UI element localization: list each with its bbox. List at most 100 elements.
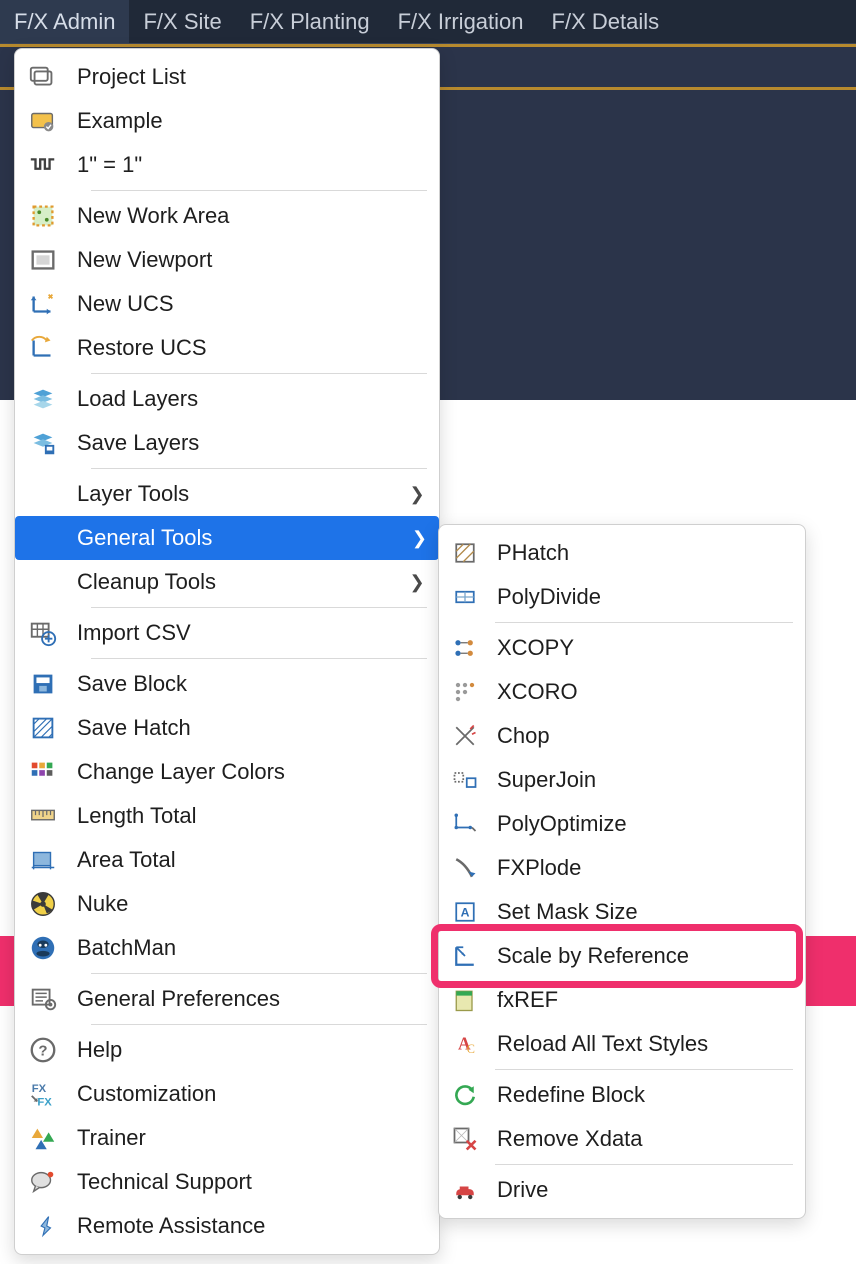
preferences-icon <box>23 983 63 1015</box>
admin-dropdown-menu: Project List Example 1" = 1" New Work Area N… <box>14 48 440 1255</box>
menu-item-save-hatch[interactable]: Save Hatch <box>15 706 439 750</box>
menu-item-label: Load Layers <box>77 386 427 412</box>
menubar-label: F/X Site <box>143 9 221 35</box>
menu-item-scale-by-reference[interactable]: Scale by Reference <box>439 934 805 978</box>
menu-item-change-layer-colors[interactable]: Change Layer Colors <box>15 750 439 794</box>
menu-item-label: PolyDivide <box>497 584 793 610</box>
menu-item-xcopy[interactable]: XCOPY <box>439 626 805 670</box>
menu-item-area-total[interactable]: Area Total <box>15 838 439 882</box>
menu-item-label: Example <box>77 108 427 134</box>
import-csv-icon <box>23 617 63 649</box>
menu-item-phatch[interactable]: PHatch <box>439 531 805 575</box>
xcoro-icon <box>447 676 483 708</box>
menu-item-label: Redefine Block <box>497 1082 793 1108</box>
chevron-right-icon: ❯ <box>407 528 427 549</box>
menu-item-remote-assistance[interactable]: Remote Assistance <box>15 1204 439 1248</box>
menu-item-import-csv[interactable]: Import CSV <box>15 611 439 655</box>
menu-separator <box>495 1164 793 1165</box>
viewport-icon <box>23 244 63 276</box>
menu-item-new-work-area[interactable]: New Work Area <box>15 194 439 238</box>
menu-separator <box>495 1069 793 1070</box>
layer-colors-icon <box>23 756 63 788</box>
menubar-item-site[interactable]: F/X Site <box>129 0 235 43</box>
menu-item-fxplode[interactable]: FXPlode <box>439 846 805 890</box>
menu-item-label: XCOPY <box>497 635 793 661</box>
menu-item-label: XCORO <box>497 679 793 705</box>
menu-item-general-tools[interactable]: General Tools❯ <box>15 516 439 560</box>
menu-item-label: Layer Tools <box>77 481 393 507</box>
scale-ref-icon <box>447 940 483 972</box>
menu-item-label: Project List <box>77 64 427 90</box>
menu-item-label: Remote Assistance <box>77 1213 427 1239</box>
svg-text:A: A <box>461 905 470 919</box>
general-tools-submenu: PHatch PolyDivide XCOPY XCORO Chop SuperJoin P… <box>438 524 806 1219</box>
menu-item-nuke[interactable]: Nuke <box>15 882 439 926</box>
example-icon <box>23 105 63 137</box>
svg-text:FX: FX <box>37 1096 52 1108</box>
menu-item-restore-ucs[interactable]: Restore UCS <box>15 326 439 370</box>
menu-item-label: Help <box>77 1037 427 1063</box>
menu-item-cleanup-tools[interactable]: Cleanup Tools❯ <box>15 560 439 604</box>
redefine-block-icon <box>447 1079 483 1111</box>
menu-item-layer-tools[interactable]: Layer Tools❯ <box>15 472 439 516</box>
menu-item-set-mask-size[interactable]: A Set Mask Size <box>439 890 805 934</box>
menu-item-label: New Work Area <box>77 203 427 229</box>
customization-icon: FXFX <box>23 1078 63 1110</box>
menu-item-technical-support[interactable]: Technical Support <box>15 1160 439 1204</box>
menu-item-save-block[interactable]: Save Block <box>15 662 439 706</box>
superjoin-icon <box>447 764 483 796</box>
menubar-item-details[interactable]: F/X Details <box>538 0 674 43</box>
menu-item-label: PolyOptimize <box>497 811 793 837</box>
menu-item-label: Customization <box>77 1081 427 1107</box>
menu-item-load-layers[interactable]: Load Layers <box>15 377 439 421</box>
menubar-label: F/X Planting <box>250 9 370 35</box>
menu-item-label: Save Hatch <box>77 715 427 741</box>
menu-item-new-viewport[interactable]: New Viewport <box>15 238 439 282</box>
menu-item-help[interactable]: ? Help <box>15 1028 439 1072</box>
menu-item-batchman[interactable]: BatchMan <box>15 926 439 970</box>
drive-icon <box>447 1174 483 1206</box>
menu-item-label: Set Mask Size <box>497 899 793 925</box>
menubar-label: F/X Admin <box>14 9 115 35</box>
menu-item-fxref[interactable]: fxREF <box>439 978 805 1022</box>
batchman-icon <box>23 932 63 964</box>
xcopy-icon <box>447 632 483 664</box>
menu-item-customization[interactable]: FXFX Customization <box>15 1072 439 1116</box>
menu-item-superjoin[interactable]: SuperJoin <box>439 758 805 802</box>
menu-item-remove-xdata[interactable]: Remove Xdata <box>439 1117 805 1161</box>
reload-text-icon: AC <box>447 1028 483 1060</box>
menu-item-new-ucs[interactable]: New UCS <box>15 282 439 326</box>
menu-item-redefine-block[interactable]: Redefine Block <box>439 1073 805 1117</box>
menu-item-polydivide[interactable]: PolyDivide <box>439 575 805 619</box>
menu-item-drive[interactable]: Drive <box>439 1168 805 1212</box>
menu-item-trainer[interactable]: Trainer <box>15 1116 439 1160</box>
menu-item-label: New UCS <box>77 291 427 317</box>
menu-separator <box>91 973 427 974</box>
menubar: F/X Admin F/X Site F/X Planting F/X Irri… <box>0 0 856 44</box>
save-block-icon <box>23 668 63 700</box>
menu-item-length-total[interactable]: Length Total <box>15 794 439 838</box>
menu-item-label: SuperJoin <box>497 767 793 793</box>
menu-item-general-preferences[interactable]: General Preferences <box>15 977 439 1021</box>
menu-item-label: Area Total <box>77 847 427 873</box>
menu-item-chop[interactable]: Chop <box>439 714 805 758</box>
menubar-item-admin[interactable]: F/X Admin <box>0 0 129 43</box>
menu-item-xcoro[interactable]: XCORO <box>439 670 805 714</box>
menu-item-example[interactable]: Example <box>15 99 439 143</box>
menu-item-save-layers[interactable]: Save Layers <box>15 421 439 465</box>
menu-item-reload-all-text-styles[interactable]: AC Reload All Text Styles <box>439 1022 805 1066</box>
menu-item-label: Reload All Text Styles <box>497 1031 793 1057</box>
menubar-item-irrigation[interactable]: F/X Irrigation <box>384 0 538 43</box>
menu-item-polyoptimize[interactable]: PolyOptimize <box>439 802 805 846</box>
menu-item-project-list[interactable]: Project List <box>15 55 439 99</box>
help-icon: ? <box>23 1034 63 1066</box>
blank-icon <box>23 566 63 598</box>
menubar-item-planting[interactable]: F/X Planting <box>236 0 384 43</box>
chevron-right-icon: ❯ <box>407 572 427 593</box>
menu-item-label: Technical Support <box>77 1169 427 1195</box>
menu-item-label: 1" = 1" <box>77 152 427 178</box>
menu-item-1-1[interactable]: 1" = 1" <box>15 143 439 187</box>
svg-text:?: ? <box>38 1043 47 1060</box>
menu-item-label: Import CSV <box>77 620 427 646</box>
menu-item-label: BatchMan <box>77 935 427 961</box>
